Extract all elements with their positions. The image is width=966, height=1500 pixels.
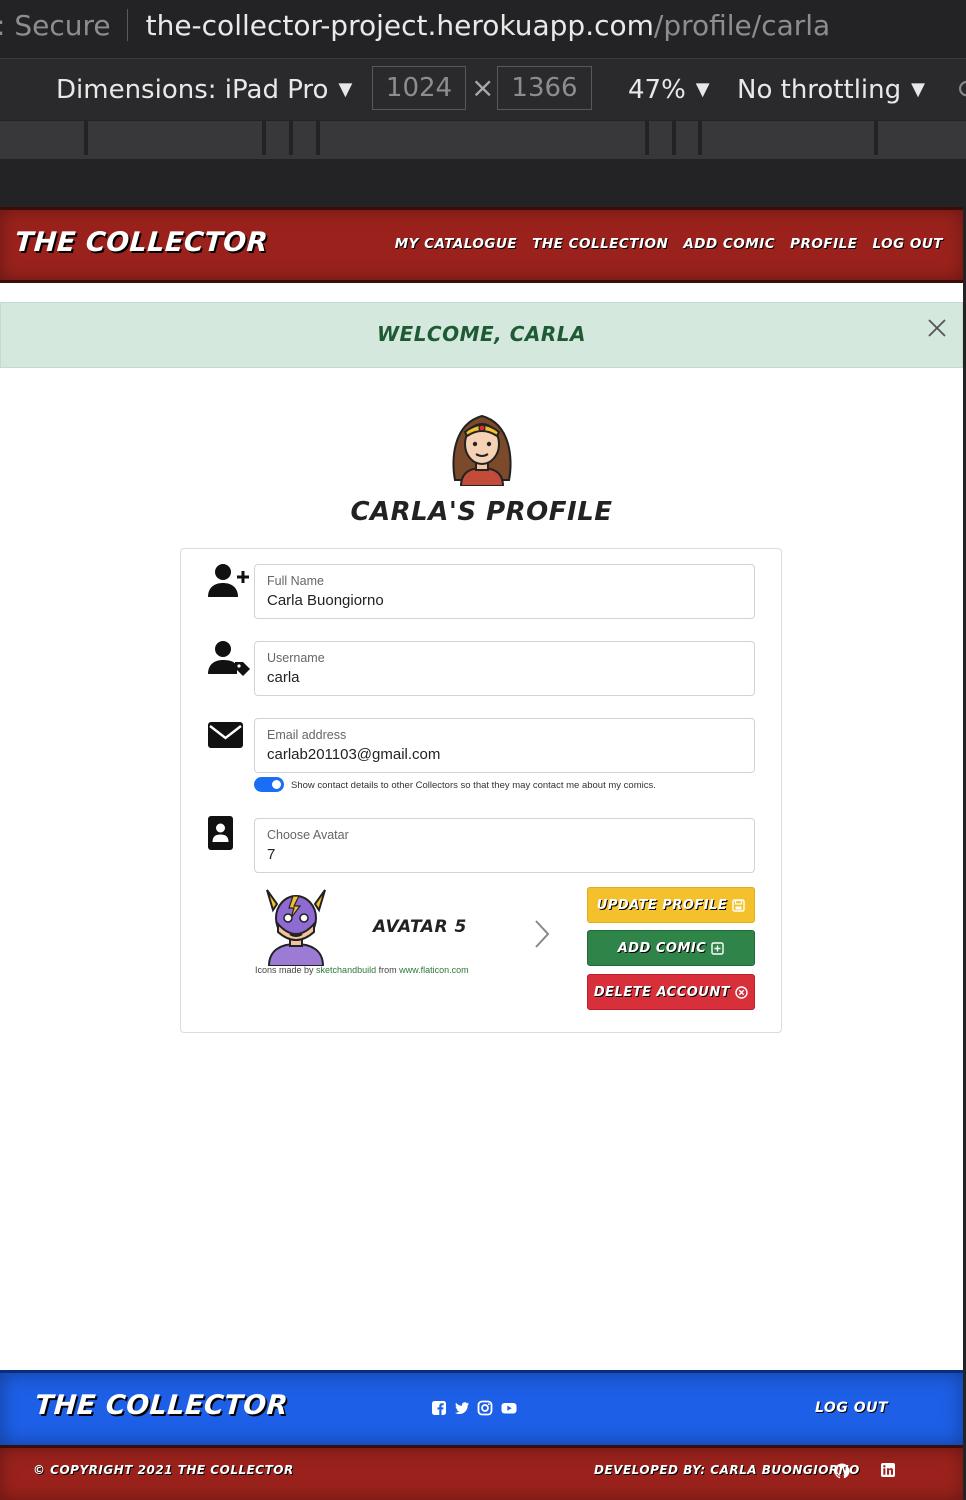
add-comic-button[interactable]: ADD COMIC <box>587 930 755 966</box>
profile-title: CARLA'S PROFILE <box>350 497 613 527</box>
full-name-value: Carla Buongiorno <box>267 592 384 609</box>
welcome-alert: WELCOME, CARLA <box>0 302 963 368</box>
credit-mid: from <box>378 965 397 975</box>
zoom-dropdown[interactable]: 47% ▼ <box>628 75 710 105</box>
url-path: /profile/carla <box>653 8 831 42</box>
nav-links: MY CATALOGUE THE COLLECTION ADD COMIC PR… <box>395 236 943 252</box>
chevron-down-icon: ▼ <box>911 78 925 100</box>
credit-prefix: Icons made by <box>255 965 314 975</box>
avatar-select-field[interactable]: Choose Avatar 7 <box>254 818 755 873</box>
twitter-icon[interactable] <box>454 1400 470 1416</box>
throttling-label: No throttling <box>737 74 902 105</box>
username-field[interactable]: Username carla <box>254 641 755 696</box>
nav-link-log-out[interactable]: LOG OUT <box>872 236 943 252</box>
contact-card-icon <box>208 816 233 850</box>
device-dimensions-label: Dimensions: iPad Pro <box>56 74 329 105</box>
x-circle-icon <box>735 985 748 999</box>
footer-brand-logo[interactable]: THE COLLECTOR <box>34 1390 289 1421</box>
wonder-woman-avatar-icon <box>452 414 512 486</box>
delete-account-button[interactable]: DELETE ACCOUNT <box>587 974 755 1010</box>
user-plus-icon <box>208 564 249 597</box>
plus-square-icon <box>711 941 724 955</box>
footer-log-out-link[interactable]: LOG OUT <box>815 1400 888 1416</box>
media-query-ruler[interactable] <box>0 121 966 159</box>
alert-message: WELCOME, CARLA <box>376 322 587 346</box>
avatar-select-value: 7 <box>267 846 276 863</box>
superhero-avatar-icon[interactable] <box>263 886 329 966</box>
width-input[interactable]: 1024 <box>372 66 466 110</box>
times-icon: × <box>471 71 495 104</box>
url-host: the-collector-project.herokuapp.com <box>145 8 654 42</box>
chevron-down-icon: ▼ <box>338 78 353 100</box>
email-value: carlab201103@gmail.com <box>267 746 441 763</box>
linkedin-icon[interactable] <box>881 1463 895 1477</box>
github-icon[interactable] <box>834 1463 850 1479</box>
footer-top-bar: THE COLLECTOR LOG OUT <box>0 1370 963 1445</box>
top-navbar: THE COLLECTOR MY CATALOGUE THE COLLECTIO… <box>0 207 963 283</box>
youtube-icon[interactable] <box>500 1400 517 1416</box>
toolbar-overflow-icon[interactable]: ⟳ <box>958 75 966 105</box>
zoom-label: 47% <box>628 74 686 105</box>
email-field[interactable]: Email address carlab201103@gmail.com <box>254 718 755 773</box>
user-tag-icon <box>208 641 250 676</box>
device-dimensions-dropdown[interactable]: Dimensions: iPad Pro ▼ <box>56 75 352 105</box>
chevron-right-icon[interactable] <box>533 919 551 949</box>
nav-link-my-catalogue[interactable]: MY CATALOGUE <box>395 236 517 252</box>
throttling-dropdown[interactable]: No throttling ▼ <box>737 75 925 105</box>
username-label: Username <box>267 651 325 665</box>
brand-logo[interactable]: THE COLLECTOR <box>14 227 269 258</box>
close-icon[interactable] <box>926 317 948 339</box>
profile-form-card: Full Name Carla Buongiorno Username carl… <box>180 548 782 1033</box>
chevron-down-icon: ▼ <box>695 78 710 100</box>
add-comic-label: ADD COMIC <box>617 940 707 956</box>
update-profile-label: UPDATE PROFILE <box>596 897 728 913</box>
browser-url-bar[interactable]: : Secure the-collector-project.herokuapp… <box>0 0 966 50</box>
page-viewport: THE COLLECTOR MY CATALOGUE THE COLLECTIO… <box>0 207 963 1500</box>
devtools-device-toolbar: Dimensions: iPad Pro ▼ 1024 × 1366 47% ▼ N… <box>0 58 966 120</box>
facebook-icon[interactable] <box>431 1400 447 1416</box>
carousel-caption: AVATAR 5 <box>373 917 467 937</box>
full-name-label: Full Name <box>267 574 324 588</box>
developer-credit: DEVELOPED BY: CARLA BUONGIORNO <box>594 1463 860 1477</box>
icon-credit: Icons made by sketchandbuild from www.fl… <box>255 965 469 975</box>
url-divider <box>126 9 128 41</box>
username-value: carla <box>267 669 300 686</box>
update-profile-button[interactable]: UPDATE PROFILE <box>587 887 755 923</box>
footer-bottom-bar: © COPYRIGHT 2021 THE COLLECTOR DEVELOPED… <box>0 1445 963 1500</box>
avatar-select-label: Choose Avatar <box>267 828 349 842</box>
nav-link-the-collection[interactable]: THE COLLECTION <box>532 236 668 252</box>
save-icon <box>732 898 745 912</box>
credit-author-link[interactable]: sketchandbuild <box>316 965 376 975</box>
instagram-icon[interactable] <box>477 1400 493 1416</box>
secure-label: : Secure <box>0 8 111 42</box>
delete-account-label: DELETE ACCOUNT <box>593 984 731 1000</box>
height-input[interactable]: 1366 <box>497 66 592 110</box>
copyright-text: © COPYRIGHT 2021 THE COLLECTOR <box>33 1463 294 1477</box>
envelope-icon <box>208 722 243 748</box>
nav-link-profile[interactable]: PROFILE <box>790 236 857 252</box>
credit-site-link[interactable]: www.flaticon.com <box>399 965 469 975</box>
social-links <box>431 1400 517 1416</box>
email-label: Email address <box>267 728 347 742</box>
show-contact-label: Show contact details to other Collectors… <box>291 780 656 791</box>
full-name-field[interactable]: Full Name Carla Buongiorno <box>254 564 755 619</box>
nav-link-add-comic[interactable]: ADD COMIC <box>683 236 775 252</box>
show-contact-toggle[interactable] <box>254 777 284 792</box>
